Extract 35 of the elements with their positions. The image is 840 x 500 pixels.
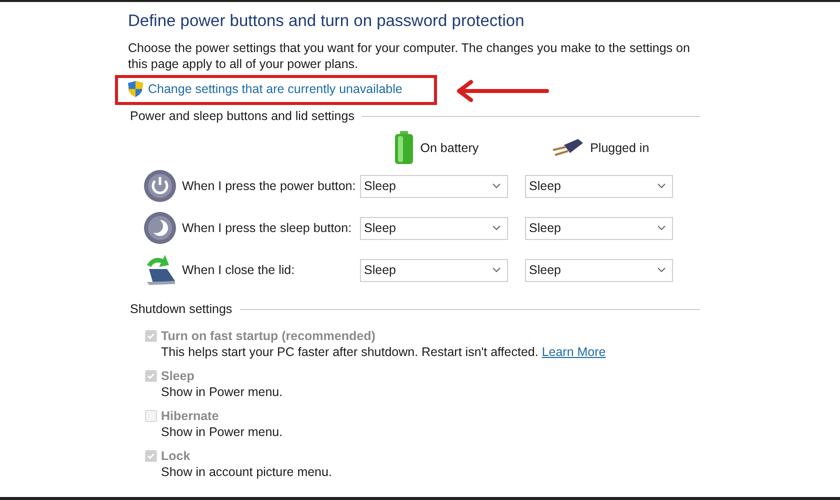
option-description: Show in Power menu.: [161, 425, 283, 439]
option-description: This helps start your PC faster after shutdown. Restart isn't affected.: [161, 345, 538, 359]
option-description: Show in account picture menu.: [161, 465, 332, 479]
chevron-down-icon: [492, 183, 501, 189]
setting-label: When I press the sleep button:: [182, 221, 353, 235]
action-dropdown[interactable]: Sleep: [360, 258, 508, 282]
chevron-down-icon: [657, 183, 666, 189]
action-dropdown[interactable]: Sleep: [360, 174, 508, 198]
option-description: Show in Power menu.: [161, 385, 283, 399]
chevron-down-icon: [492, 225, 501, 231]
section-heading: Shutdown settings: [130, 302, 232, 316]
chevron-down-icon: [492, 267, 501, 273]
action-dropdown[interactable]: Sleep: [525, 216, 673, 240]
page-title: Define power buttons and turn on password protection: [128, 12, 526, 31]
action-dropdown[interactable]: Sleep: [525, 258, 673, 282]
section-heading: Power and sleep buttons and lid settings: [130, 109, 354, 123]
option-label: Lock: [161, 448, 190, 462]
option-label: Sleep: [161, 368, 194, 382]
power-icon: [143, 169, 177, 203]
setting-label: When I close the lid:: [182, 263, 296, 277]
shield-icon: [128, 81, 143, 97]
description-text: Choose the power settings that you want for your computer. The changes you make to the settings on this page apply to all of your power plans.: [128, 40, 691, 72]
change-settings-link[interactable]: Change settings that are currently unavailable: [148, 82, 402, 96]
column-heading: On battery: [420, 141, 479, 155]
chevron-down-icon: [657, 225, 666, 231]
action-dropdown[interactable]: Sleep: [360, 216, 508, 240]
setting-label: When I press the power button:: [182, 179, 357, 193]
chevron-down-icon: [657, 267, 666, 273]
plug-icon: [552, 137, 584, 159]
option-label: Hibernate: [161, 408, 219, 422]
battery-icon: [394, 131, 414, 165]
column-heading: Plugged in: [590, 141, 650, 155]
moon-icon: [143, 211, 177, 245]
option-label: Turn on fast startup (recommended): [161, 328, 376, 342]
action-dropdown[interactable]: Sleep: [525, 174, 673, 198]
